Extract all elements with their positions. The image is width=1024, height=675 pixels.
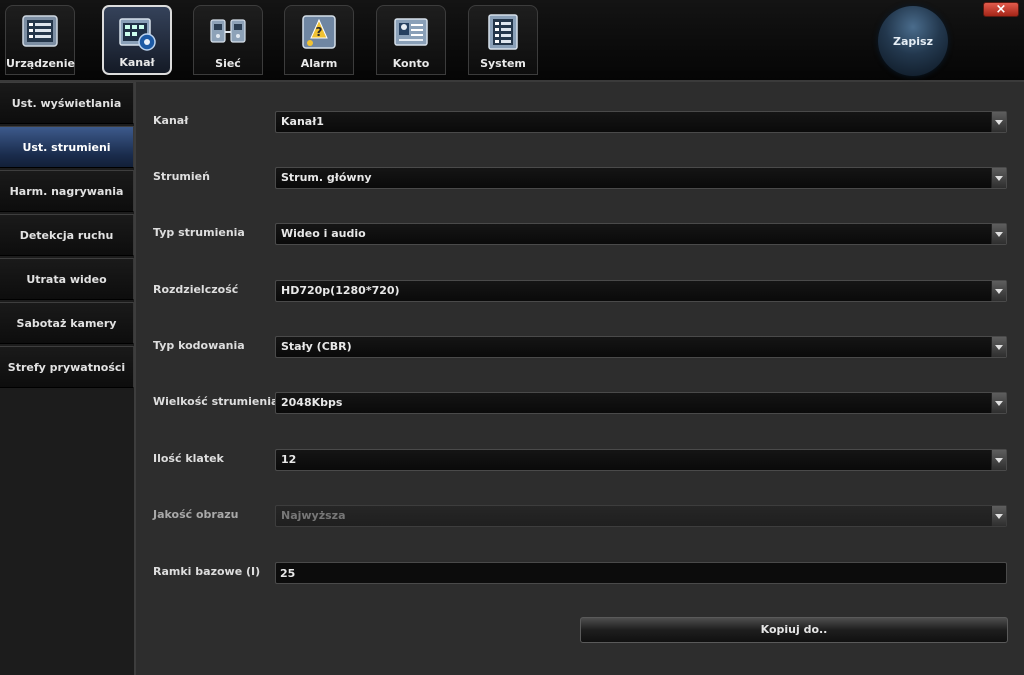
select-value: 2048Kbps [281, 396, 343, 409]
select-value: Wideo i audio [281, 227, 366, 240]
field-label: Typ strumienia [153, 226, 245, 239]
tab-urzadzenie[interactable]: Urządzenie [5, 5, 75, 75]
image-quality-select: Najwyższa [275, 505, 1007, 527]
keyframes-input[interactable] [275, 562, 1007, 584]
field-label: Jakość obrazu [153, 508, 239, 521]
field-label: Strumień [153, 170, 210, 183]
field-label: Typ kodowania [153, 339, 245, 352]
tab-label: Kanał [119, 56, 155, 69]
svg-text:?: ? [316, 25, 323, 39]
select-value: HD720p(1280*720) [281, 284, 400, 297]
video-channel-icon [119, 18, 156, 51]
field-row-keyframes: Ramki bazowe (I) [136, 562, 1024, 584]
alarm-icon: ? [302, 15, 336, 49]
chevron-down-icon[interactable] [991, 112, 1006, 132]
chevron-down-icon[interactable] [991, 168, 1006, 188]
system-icon [488, 14, 518, 50]
field-label: Ilość klatek [153, 452, 224, 465]
sidebar-item-display-settings[interactable]: Ust. wyświetlania [0, 82, 134, 124]
select-value: Stały (CBR) [281, 340, 352, 353]
close-button[interactable]: × [983, 2, 1019, 17]
field-row-encoding-type: Typ kodowania Stały (CBR) [136, 336, 1024, 358]
resolution-select[interactable]: HD720p(1280*720) [275, 280, 1007, 302]
tab-siec[interactable]: Sieć [193, 5, 263, 75]
field-label: Rozdzielczość [153, 283, 239, 296]
field-label: Wielkość strumienia [153, 395, 279, 408]
sidebar-item-recording-schedule[interactable]: Harm. nagrywania [0, 170, 134, 212]
frame-rate-select[interactable]: 12 [275, 449, 1007, 471]
chevron-down-icon[interactable] [991, 337, 1006, 357]
field-row-bitrate: Wielkość strumienia 2048Kbps [136, 392, 1024, 414]
tab-label: Konto [392, 57, 430, 70]
tab-label: System [480, 57, 526, 70]
select-value: Najwyższa [281, 509, 346, 522]
field-row-resolution: Rozdzielczość HD720p(1280*720) [136, 280, 1024, 302]
copy-to-button[interactable]: Kopiuj do.. [580, 617, 1008, 643]
channel-select[interactable]: Kanał1 [275, 111, 1007, 133]
tab-label: Sieć [215, 57, 241, 70]
select-value: 12 [281, 453, 297, 466]
field-row-stream-type: Typ strumienia Wideo i audio [136, 223, 1024, 245]
tab-label: Alarm [300, 57, 338, 70]
save-button[interactable]: Zapisz [878, 6, 948, 76]
sidebar-item-motion-detection[interactable]: Detekcja ruchu [0, 214, 134, 256]
sidebar-item-privacy-zones[interactable]: Strefy prywatności [0, 346, 134, 388]
chevron-down-icon[interactable] [991, 281, 1006, 301]
bitrate-select[interactable]: 2048Kbps [275, 392, 1007, 414]
tab-alarm[interactable]: ? Alarm [284, 5, 354, 75]
stream-settings-form: Kanał Kanał1 Strumień Strum. główny Typ … [136, 82, 1024, 675]
field-row-stream: Strumień Strum. główny [136, 167, 1024, 189]
field-row-image-quality: Jakość obrazu Najwyższa [136, 505, 1024, 527]
field-row-frame-rate: Ilość klatek 12 [136, 449, 1024, 471]
device-list-icon [22, 15, 58, 47]
tab-label: Urządzenie [6, 57, 75, 70]
chevron-down-icon [991, 506, 1006, 526]
account-icon [394, 18, 428, 46]
tab-system[interactable]: System [468, 5, 538, 75]
chevron-down-icon[interactable] [991, 450, 1006, 470]
sidebar-item-camera-tamper[interactable]: Sabotaż kamery [0, 302, 134, 344]
chevron-down-icon[interactable] [991, 393, 1006, 413]
stream-type-select[interactable]: Wideo i audio [275, 223, 1007, 245]
stream-select[interactable]: Strum. główny [275, 167, 1007, 189]
field-label: Ramki bazowe (I) [153, 565, 261, 578]
sidebar-item-video-loss[interactable]: Utrata wideo [0, 258, 134, 300]
network-icon [210, 19, 246, 43]
select-value: Kanał1 [281, 115, 324, 128]
encoding-type-select[interactable]: Stały (CBR) [275, 336, 1007, 358]
tab-kanal[interactable]: Kanał [102, 5, 172, 75]
tab-konto[interactable]: Konto [376, 5, 446, 75]
top-navigation-bar: Urządzenie Kanał Sieć ? Alarm Konto Syst… [0, 0, 1024, 82]
field-row-channel: Kanał Kanał1 [136, 111, 1024, 133]
sidebar: Ust. wyświetlania Ust. strumieni Harm. n… [0, 82, 136, 675]
field-label: Kanał [153, 114, 189, 127]
chevron-down-icon[interactable] [991, 224, 1006, 244]
select-value: Strum. główny [281, 171, 372, 184]
sidebar-item-stream-settings[interactable]: Ust. strumieni [0, 126, 134, 168]
